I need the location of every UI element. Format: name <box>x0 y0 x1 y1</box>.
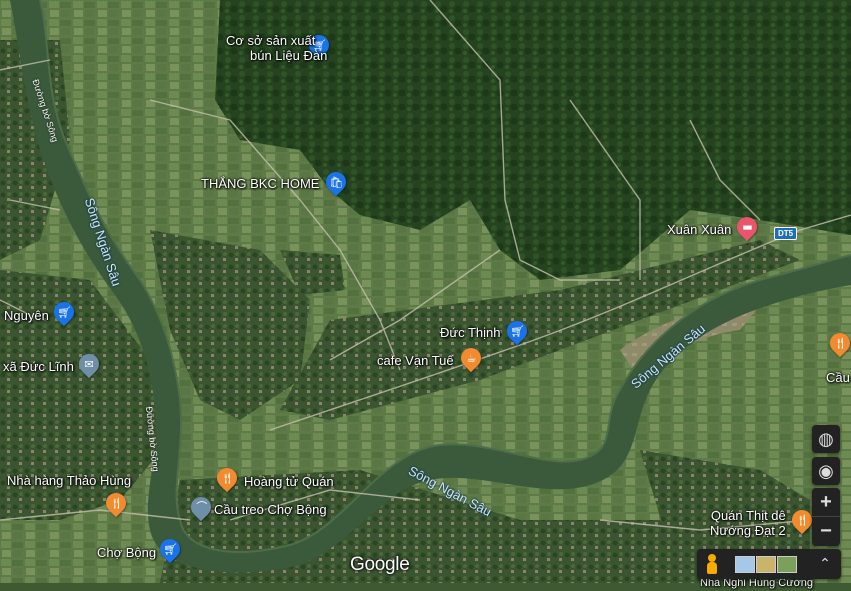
poi-label-hoang-tu[interactable]: Hoàng tử Quán <box>244 474 334 489</box>
poi-label-nha-hang[interactable]: Nhà hàng Thảo Hùng <box>7 473 131 488</box>
zoom-in-button[interactable]: + <box>812 488 840 516</box>
pegman-icon[interactable] <box>705 554 719 574</box>
layers-bar: ⌃ <box>697 549 841 579</box>
layer-thumb-map[interactable] <box>735 556 755 573</box>
poi-label-line: bún Liệu Đàn <box>250 48 328 63</box>
poi-label-duc-thinh[interactable]: Đức Thịnh <box>440 325 501 340</box>
poi-label-xuan-xuan[interactable]: Xuân Xuân <box>667 222 731 237</box>
poi-label-xa-duc-linh[interactable]: xã Đức Lĩnh <box>3 359 74 374</box>
globe-icon[interactable]: ◍ <box>812 425 840 453</box>
expand-icon[interactable]: ⌃ <box>817 554 833 574</box>
layer-thumb-terrain[interactable] <box>756 556 776 573</box>
poi-label-thang-bkc[interactable]: THẮNG BKC HOME <box>201 176 319 191</box>
poi-label-cau-treo[interactable]: Cầu treo Chợ Bộng <box>214 502 327 517</box>
poi-label-cho-bong[interactable]: Chợ Bộng <box>97 545 156 560</box>
poi-label-line: Nướng Đạt 2 <box>710 523 786 538</box>
poi-label-co-so[interactable]: Cơ sở sản xuất bún Liệu Đàn <box>214 33 327 63</box>
poi-label-quan-thit[interactable]: Quán Thịt dê Nướng Đạt 2 <box>710 508 786 538</box>
my-location-icon[interactable]: ◉ <box>812 457 840 485</box>
poi-label-cau[interactable]: Cầu <box>826 370 850 385</box>
poi-label-cafe[interactable]: cafe Vạn Tuế <box>377 353 454 368</box>
road-shield-dt5: DT5 <box>774 227 798 240</box>
layer-thumb-satellite[interactable] <box>777 556 797 573</box>
poi-label-line: Cơ sở sản xuất <box>226 33 316 48</box>
poi-label-nguyen[interactable]: Nguyên <box>4 308 49 323</box>
satellite-map[interactable] <box>0 0 851 583</box>
poi-label-line: Quán Thịt dê <box>710 508 786 523</box>
zoom-control: + − <box>812 488 840 546</box>
google-logo: Google <box>350 554 410 575</box>
zoom-out-button[interactable]: − <box>812 516 840 545</box>
